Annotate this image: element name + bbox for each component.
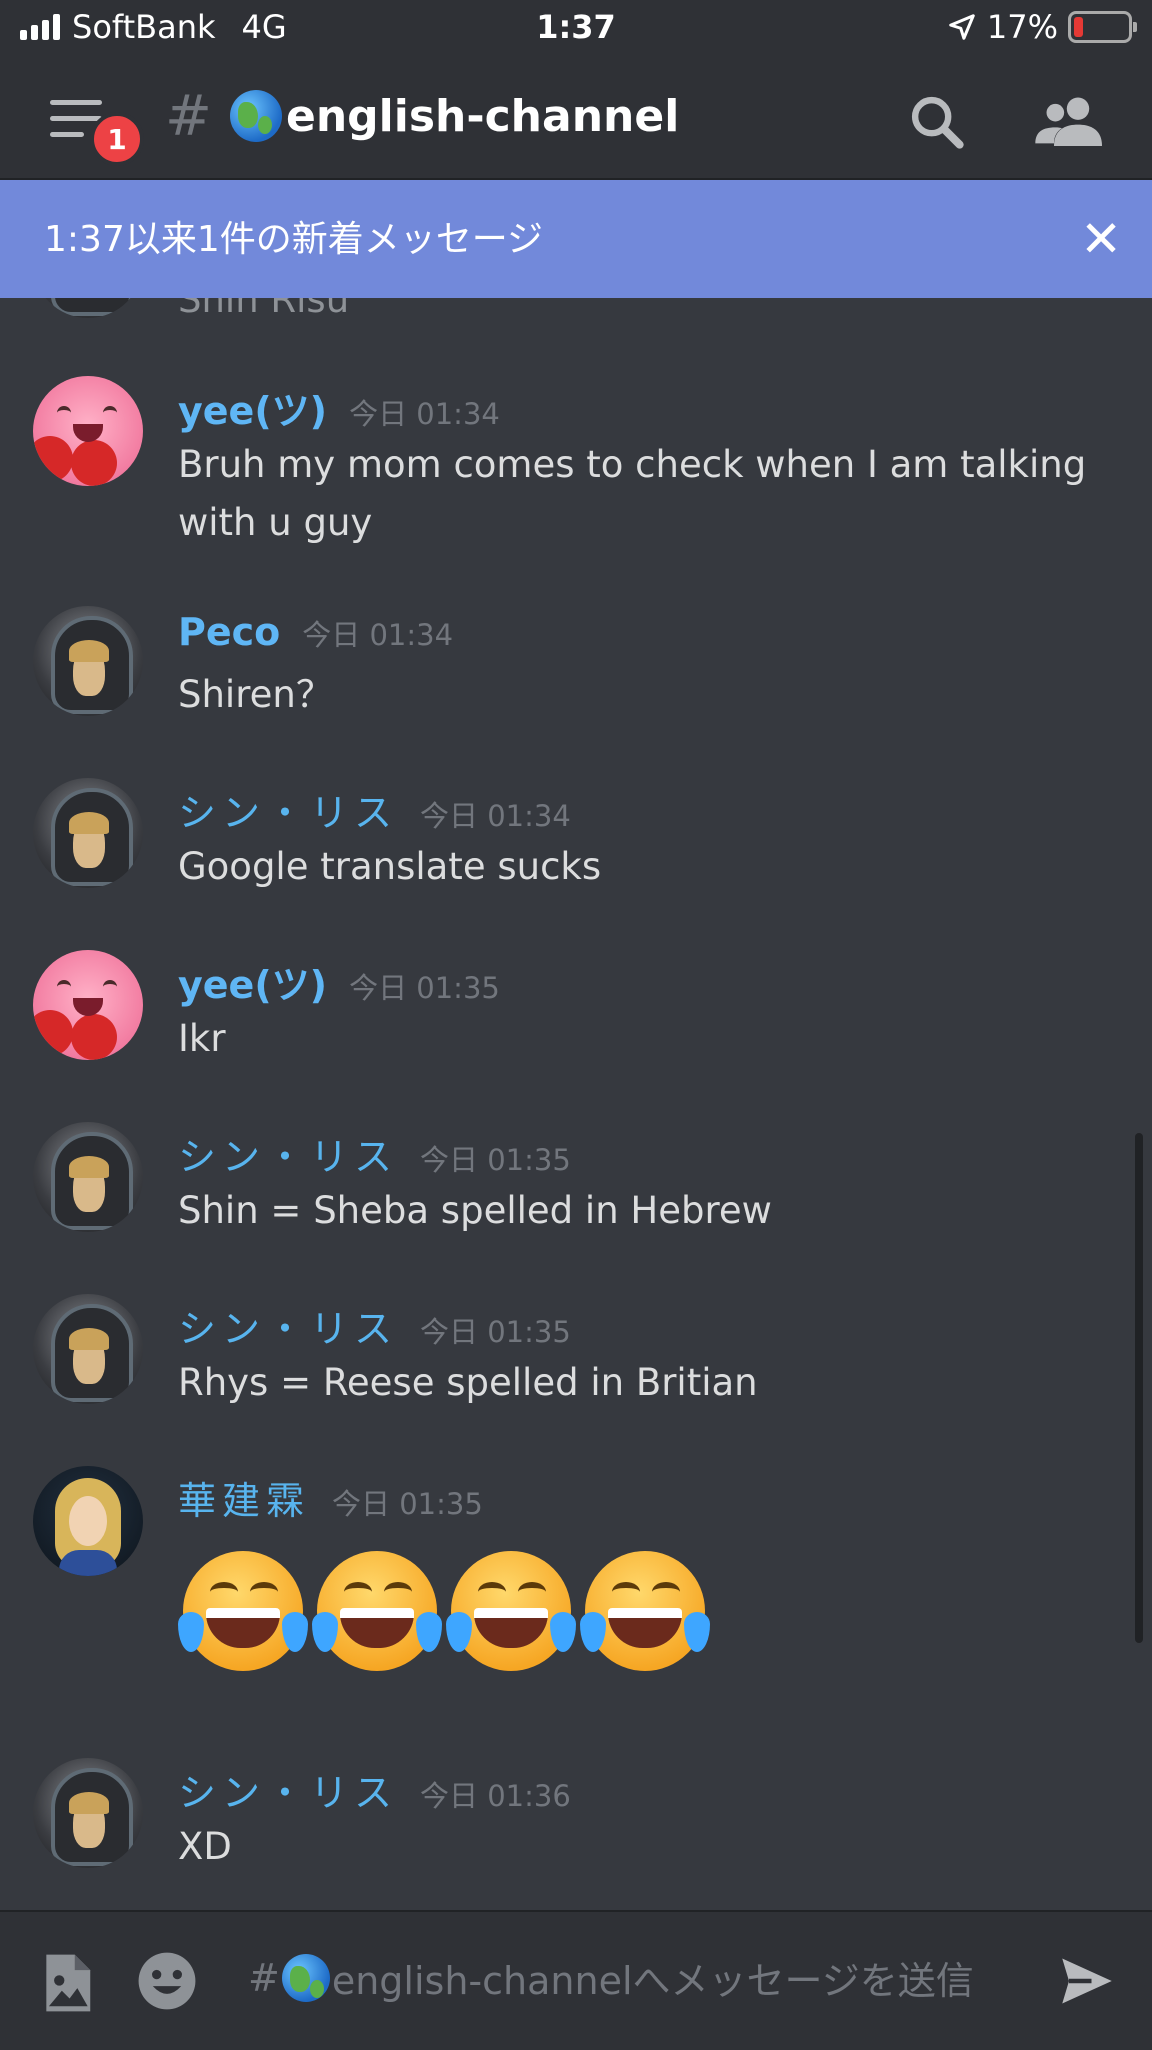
- unread-badge: 1: [90, 112, 144, 166]
- status-right: 17%: [947, 8, 1137, 46]
- avatar[interactable]: [33, 1122, 143, 1232]
- message-text: Google translate sucks: [178, 845, 602, 888]
- author-name[interactable]: シン・リス 今日 01:34: [178, 782, 571, 837]
- input-placeholder: english-channelへメッセージを送信: [331, 1959, 974, 2003]
- timestamp: 今日 01:35: [420, 1315, 571, 1349]
- author-name[interactable]: シン・リス 今日 01:35: [178, 1126, 571, 1181]
- globe-icon: [230, 90, 282, 142]
- avatar[interactable]: [33, 1758, 143, 1868]
- author-name[interactable]: 華建霖 今日 01:35: [178, 1470, 483, 1525]
- emoji-button[interactable]: [136, 1950, 198, 2016]
- search-button[interactable]: [905, 90, 969, 154]
- menu-icon: [50, 100, 102, 105]
- message-text: Shin = Sheba spelled in Hebrew: [178, 1189, 772, 1232]
- author-name[interactable]: yee(ツ) 今日 01:34: [178, 380, 500, 435]
- new-messages-banner[interactable]: 1:37以来1件の新着メッセージ ✕: [0, 180, 1152, 298]
- author-name[interactable]: シン・リス 今日 01:35: [178, 1298, 571, 1353]
- location-arrow-icon: [949, 14, 975, 40]
- channel-header: 1 # english-channel: [0, 60, 1152, 180]
- emoji-icon: [138, 1952, 196, 2010]
- image-upload-button[interactable]: [40, 1952, 94, 2018]
- status-bar: SoftBank 4G 1:37 17%: [0, 0, 1152, 60]
- channel-name: english-channel: [286, 90, 680, 142]
- timestamp: 今日 01:35: [349, 971, 500, 1005]
- new-messages-text: 1:37以来1件の新着メッセージ: [44, 219, 544, 260]
- channel-title[interactable]: english-channel: [230, 90, 679, 142]
- laughing-emoji-icon: [446, 1546, 576, 1676]
- image-icon: [46, 1954, 91, 2012]
- avatar[interactable]: [33, 1466, 143, 1576]
- close-icon[interactable]: ✕: [1080, 210, 1122, 268]
- message-text: Rhys = Reese spelled in Britian: [178, 1361, 758, 1404]
- laughing-emoji-icon: [178, 1546, 308, 1676]
- author-name[interactable]: yee(ツ) 今日 01:35: [178, 954, 500, 1009]
- timestamp: 今日 01:36: [420, 1779, 571, 1813]
- author-name[interactable]: シン・リス 今日 01:36: [178, 1762, 571, 1817]
- hash-icon: #: [165, 84, 212, 149]
- globe-icon: [281, 1953, 330, 2002]
- send-button[interactable]: [1060, 1956, 1114, 2010]
- timestamp: 今日 01:34: [349, 397, 500, 431]
- emoji-message: [178, 1546, 710, 1676]
- battery-percent: 17%: [986, 8, 1058, 46]
- message-composer: # english-channelへメッセージを送信: [0, 1910, 1152, 2050]
- timestamp: 今日 01:34: [420, 799, 571, 833]
- avatar[interactable]: [33, 376, 143, 486]
- message-input[interactable]: # english-channelへメッセージを送信: [248, 1950, 974, 2005]
- avatar[interactable]: [33, 950, 143, 1060]
- members-button[interactable]: [1032, 90, 1108, 154]
- message-text: Bruh my mom comes to check when I am tal…: [178, 443, 1087, 544]
- timestamp: 今日 01:34: [302, 618, 454, 652]
- laughing-emoji-icon: [580, 1546, 710, 1676]
- input-hash: #: [248, 1955, 280, 2000]
- message-text: Shiren？: [178, 673, 333, 716]
- avatar[interactable]: [33, 606, 143, 716]
- scrollbar[interactable]: [1135, 1133, 1143, 1643]
- laughing-emoji-icon: [312, 1546, 442, 1676]
- members-icon: [1035, 97, 1102, 146]
- avatar[interactable]: [33, 1294, 143, 1404]
- menu-icon-line: [50, 116, 102, 121]
- send-icon: [1062, 1958, 1112, 2004]
- partial-author-name: Shin Risu: [178, 298, 350, 321]
- timestamp: 今日 01:35: [332, 1487, 483, 1521]
- message-text: XD: [178, 1825, 232, 1868]
- menu-icon-line: [50, 132, 84, 137]
- avatar[interactable]: [33, 298, 143, 318]
- author-name[interactable]: Peco 今日 01:34: [178, 610, 453, 654]
- avatar[interactable]: [33, 778, 143, 888]
- search-icon: [911, 96, 964, 149]
- timestamp: 今日 01:35: [420, 1143, 571, 1177]
- message-list[interactable]: Shin Risu yee(ツ) 今日 01:34 Bruh my mom com…: [0, 298, 1152, 1910]
- message-text: Ikr: [178, 1017, 226, 1060]
- battery-icon: [1068, 11, 1137, 43]
